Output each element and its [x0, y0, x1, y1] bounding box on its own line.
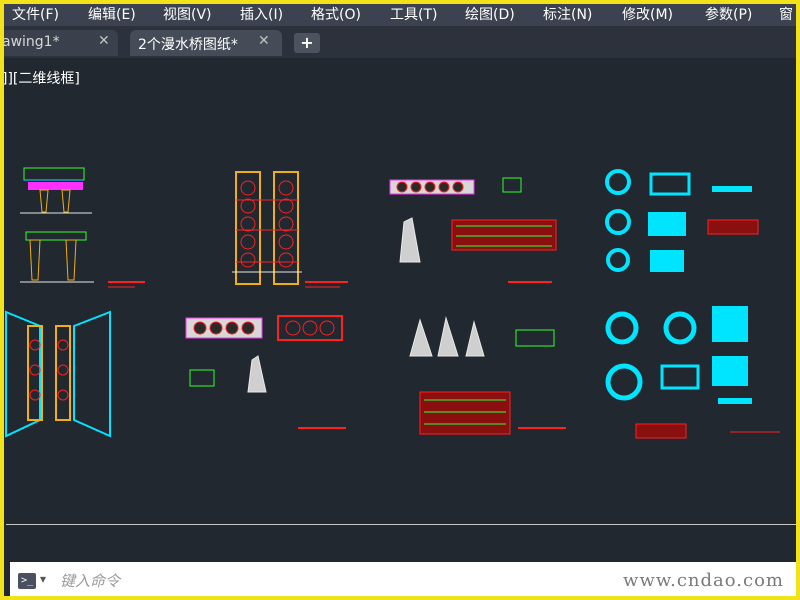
chevron-down-icon[interactable]: ▾ [40, 572, 46, 586]
menu-view[interactable]: 视图(V) [163, 4, 212, 24]
menu-bar: 文件(F) 编辑(E) 视图(V) 插入(I) 格式(O) 工具(T) 绘图(D… [0, 0, 800, 26]
command-line: >_ ▾ www.cndao.com [10, 562, 800, 600]
document-tab-bar: awing1* ✕ 2个漫水桥图纸* ✕ [0, 26, 800, 58]
menu-file[interactable]: 文件(F) [12, 4, 59, 24]
divider [6, 524, 800, 525]
close-icon[interactable]: ✕ [98, 33, 110, 49]
drawing-circular-sections-right [605, 169, 780, 439]
drawing-plan-view-center [232, 171, 348, 288]
menu-edit[interactable]: 编辑(E) [88, 4, 136, 24]
close-icon[interactable]: ✕ [258, 33, 270, 49]
menu-insert[interactable]: 插入(I) [240, 4, 283, 24]
command-prompt-icon[interactable]: >_ [18, 573, 36, 589]
drawing-abutment-sections-lower [409, 316, 566, 435]
command-input[interactable] [58, 568, 622, 594]
watermark-text: www.cndao.com [623, 570, 784, 591]
menu-format[interactable]: 格式(O) [311, 4, 361, 24]
menu-dimension[interactable]: 标注(N) [543, 4, 592, 24]
drawing-canvas[interactable] [0, 58, 800, 528]
drawing-plan-view-lower-left [5, 310, 346, 438]
new-tab-button[interactable]: + [294, 33, 320, 53]
tab-label: awing1* [2, 34, 60, 50]
tab-bridge-drawing[interactable]: 2个漫水桥图纸* ✕ [130, 30, 282, 56]
menu-draw[interactable]: 绘图(D) [465, 4, 515, 24]
drawing-section-views-top-left [20, 167, 145, 288]
menu-window[interactable]: 窗 [779, 4, 793, 24]
command-history-area [0, 538, 800, 562]
menu-modify[interactable]: 修改(M) [622, 4, 673, 24]
menu-tools[interactable]: 工具(T) [390, 4, 437, 24]
tab-drawing1[interactable]: awing1* ✕ [0, 30, 118, 56]
tab-label: 2个漫水桥图纸* [138, 37, 238, 53]
drawing-culvert-section-top [389, 177, 557, 283]
menu-parameters[interactable]: 参数(P) [705, 4, 752, 24]
